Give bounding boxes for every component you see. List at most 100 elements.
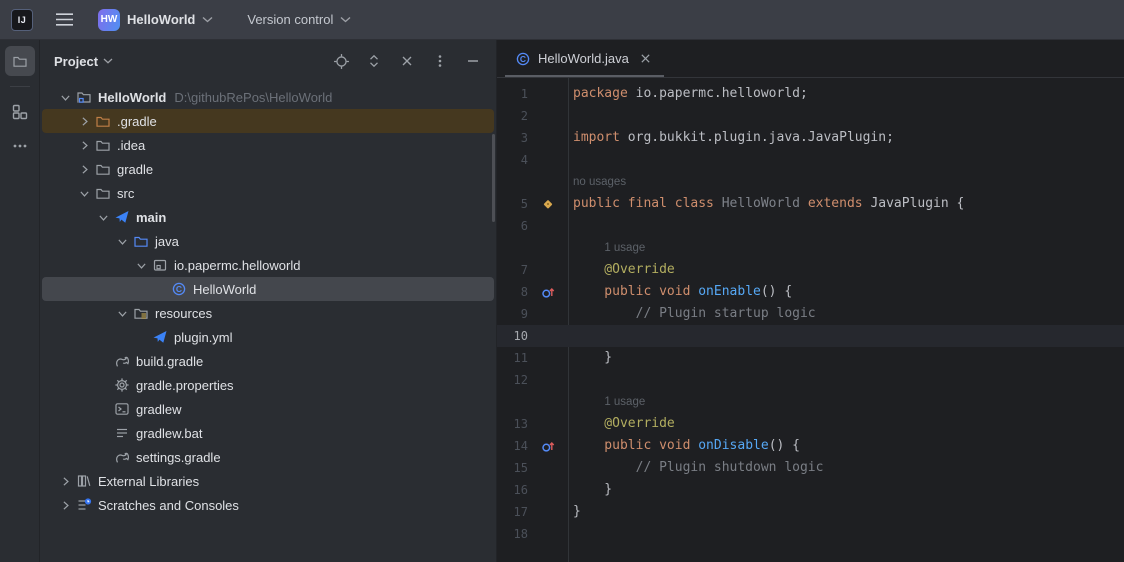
code-line-17[interactable]: 17} xyxy=(497,501,1124,523)
tree-item-gradle[interactable]: .gradle xyxy=(42,109,494,133)
tool-window-stripe xyxy=(0,40,40,562)
tab-close-icon[interactable] xyxy=(638,51,654,67)
usage-inlay-hint[interactable]: no usages xyxy=(568,176,626,188)
stripe-button-more-tool-windows[interactable] xyxy=(5,131,35,161)
line-number[interactable]: 4 xyxy=(497,153,528,167)
code-line-9[interactable]: 9 // Plugin startup logic xyxy=(497,303,1124,325)
chevron-right-icon[interactable] xyxy=(56,475,75,488)
usage-inlay-hint[interactable]: 1 usage xyxy=(568,396,645,408)
tree-item-scratches-and-consoles[interactable]: Scratches and Consoles xyxy=(42,493,494,517)
chevron-down-icon[interactable] xyxy=(132,259,151,272)
line-number[interactable]: 10 xyxy=(497,329,528,343)
code-line-3[interactable]: 3import org.bukkit.plugin.java.JavaPlugi… xyxy=(497,127,1124,149)
tree-item-helloworld[interactable]: HelloWorldD:\githubRePos\HelloWorld xyxy=(42,85,494,109)
code-text: } xyxy=(568,347,612,369)
code-line-13[interactable]: 13 @Override xyxy=(497,413,1124,435)
inlay-hint-row[interactable]: no usages xyxy=(497,171,1124,193)
version-control-widget[interactable]: Version control xyxy=(239,8,359,31)
chevron-down-icon[interactable] xyxy=(56,91,75,104)
code-line-12[interactable]: 12 xyxy=(497,369,1124,391)
stripe-button-structure[interactable] xyxy=(5,97,35,127)
line-number[interactable]: 13 xyxy=(497,417,528,431)
code-text: public final class HelloWorld extends Ja… xyxy=(568,193,964,215)
class-icon: C xyxy=(515,51,531,67)
overriding-method-icon[interactable] xyxy=(528,284,568,300)
code-line-8[interactable]: 8 public void onEnable() { xyxy=(497,281,1124,303)
tree-item-gradlew[interactable]: gradlew xyxy=(42,397,494,421)
tree-item-plugin-yml[interactable]: plugin.yml xyxy=(42,325,494,349)
plugin-marker-icon[interactable] xyxy=(528,197,568,211)
line-number[interactable]: 2 xyxy=(497,109,528,123)
tree-item-io-papermc-helloworld[interactable]: io.papermc.helloworld xyxy=(42,253,494,277)
code-line-10[interactable]: 10 xyxy=(497,325,1124,347)
tree-item-gradle-properties[interactable]: gradle.properties xyxy=(42,373,494,397)
tree-item-external-libraries[interactable]: External Libraries xyxy=(42,469,494,493)
code-line-4[interactable]: 4 xyxy=(497,149,1124,171)
line-number[interactable]: 7 xyxy=(497,263,528,277)
ide-window: IJ HW HelloWorld Version control Projec xyxy=(0,0,1124,562)
tree-item-idea[interactable]: .idea xyxy=(42,133,494,157)
stripe-button-project[interactable] xyxy=(5,46,35,76)
usage-inlay-hint[interactable]: 1 usage xyxy=(568,242,645,254)
tree-item-build-gradle[interactable]: build.gradle xyxy=(42,349,494,373)
tree-item-gradlew-bat[interactable]: gradlew.bat xyxy=(42,421,494,445)
main-menu-button[interactable] xyxy=(50,6,78,34)
code-line-15[interactable]: 15 // Plugin shutdown logic xyxy=(497,457,1124,479)
inlay-hint-row[interactable]: 1 usage xyxy=(497,237,1124,259)
line-number[interactable]: 1 xyxy=(497,87,528,101)
line-number[interactable]: 11 xyxy=(497,351,528,365)
editor-tab-helloworld-java[interactable]: CHelloWorld.java xyxy=(505,40,664,77)
code-line-2[interactable]: 2 xyxy=(497,105,1124,127)
line-number[interactable]: 8 xyxy=(497,285,528,299)
code-line-11[interactable]: 11 } xyxy=(497,347,1124,369)
tree-item-label: settings.gradle xyxy=(136,450,221,465)
tree-item-resources[interactable]: resources xyxy=(42,301,494,325)
chevron-right-icon[interactable] xyxy=(75,115,94,128)
code-line-1[interactable]: 1package io.papermc.helloworld; xyxy=(497,83,1124,105)
tree-item-java[interactable]: java xyxy=(42,229,494,253)
line-number[interactable]: 18 xyxy=(497,527,528,541)
line-number[interactable]: 6 xyxy=(497,219,528,233)
line-number[interactable]: 16 xyxy=(497,483,528,497)
options-button[interactable] xyxy=(429,50,451,72)
collapse-all-button[interactable] xyxy=(396,50,418,72)
tree-item-gradle[interactable]: gradle xyxy=(42,157,494,181)
hide-button[interactable] xyxy=(462,50,484,72)
inlay-hint-row[interactable]: 1 usage xyxy=(497,391,1124,413)
code-line-7[interactable]: 7 @Override xyxy=(497,259,1124,281)
chevron-down-icon[interactable] xyxy=(75,187,94,200)
chevron-right-icon[interactable] xyxy=(56,499,75,512)
chevron-right-icon[interactable] xyxy=(75,163,94,176)
chevron-down-icon[interactable] xyxy=(113,307,132,320)
chevron-down-icon[interactable] xyxy=(113,235,132,248)
tree-item-src[interactable]: src xyxy=(42,181,494,205)
code-line-18[interactable]: 18 xyxy=(497,523,1124,545)
project-view-selector[interactable]: Project xyxy=(54,54,113,69)
code-line-16[interactable]: 16 } xyxy=(497,479,1124,501)
expand-all-button[interactable] xyxy=(363,50,385,72)
tree-item-main[interactable]: main xyxy=(42,205,494,229)
code-text: @Override xyxy=(568,413,675,435)
scrollbar-thumb[interactable] xyxy=(492,134,495,222)
tree-item-label: main xyxy=(136,210,166,225)
paper-plane-icon xyxy=(151,329,169,345)
line-number[interactable]: 12 xyxy=(497,373,528,387)
project-widget[interactable]: HW HelloWorld xyxy=(90,5,221,35)
tree-item-settings-gradle[interactable]: settings.gradle xyxy=(42,445,494,469)
line-number[interactable]: 5 xyxy=(497,197,528,211)
overriding-method-icon[interactable] xyxy=(528,438,568,454)
chevron-right-icon[interactable] xyxy=(75,139,94,152)
tree-item-label: gradle xyxy=(117,162,153,177)
line-number[interactable]: 14 xyxy=(497,439,528,453)
line-number[interactable]: 15 xyxy=(497,461,528,475)
code-line-5[interactable]: 5 public final class HelloWorld extends J… xyxy=(497,193,1124,215)
code-line-6[interactable]: 6 xyxy=(497,215,1124,237)
code-line-14[interactable]: 14 public void onDisable() { xyxy=(497,435,1124,457)
tree-item-helloworld[interactable]: CHelloWorld xyxy=(42,277,494,301)
line-number[interactable]: 17 xyxy=(497,505,528,519)
line-number[interactable]: 9 xyxy=(497,307,528,321)
chevron-down-icon[interactable] xyxy=(94,211,113,224)
line-number[interactable]: 3 xyxy=(497,131,528,145)
editor-content[interactable]: 1package io.papermc.helloworld; 2 3import … xyxy=(497,78,1124,562)
locate-button[interactable] xyxy=(330,50,352,72)
